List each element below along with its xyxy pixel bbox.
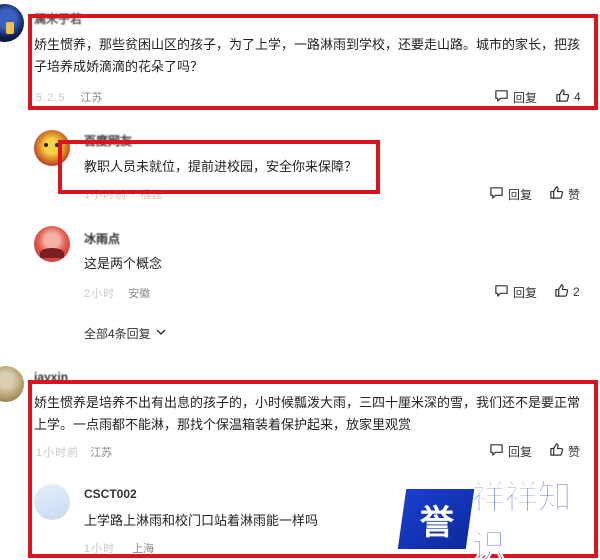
comment-text: 上学路上淋雨和校门口站着淋雨能一样吗 (84, 513, 319, 528)
reply-icon (489, 185, 504, 203)
watermark-logo: 誉 祥祥知识 (397, 478, 592, 560)
avatar[interactable] (0, 4, 24, 42)
reply-label: 回复 (513, 90, 538, 105)
like-button[interactable]: 2 (554, 283, 580, 301)
logo-tile-char: 誉 (419, 502, 452, 543)
show-all-replies-link[interactable]: 全部4条回复 (84, 325, 167, 342)
reply-button[interactable]: 回复 (489, 442, 532, 460)
reply-button[interactable]: 回复 (494, 88, 537, 106)
avatar[interactable] (34, 484, 70, 520)
comment-text: 教职人员未就位，提前进校园，安全你来保障？ (84, 159, 358, 174)
reply-button[interactable]: 回复 (489, 185, 532, 203)
comment-time: 1小时前 · 福建 (84, 189, 164, 201)
like-button[interactable]: 赞 (549, 185, 580, 203)
commenter-name[interactable]: jayxin (34, 370, 68, 384)
comment-time: 1小时 (84, 543, 116, 555)
like-label: 赞 (568, 444, 581, 459)
comment-meta: 1小时前 · 福建 (84, 186, 164, 202)
comment-location: 江苏 (90, 447, 113, 459)
like-label: 赞 (568, 187, 581, 202)
reply-icon (494, 88, 509, 106)
comment-text: 娇生惯养是培养不出有出息的孩子的，小时候瓢泼大雨，三四十厘米深的雪，我们还不是要… (34, 395, 581, 432)
like-button[interactable]: 4 (555, 88, 581, 106)
commenter-name[interactable]: 冰雨点 (84, 230, 120, 247)
avatar[interactable] (0, 366, 24, 402)
reply-icon (494, 283, 509, 301)
like-button[interactable]: 赞 (549, 442, 580, 460)
comment-time: 2小时 (84, 288, 116, 300)
thumbs-up-icon (549, 185, 564, 203)
reply-icon (489, 442, 504, 460)
commenter-name[interactable]: 澜米子若 (34, 10, 82, 27)
comment-time: 1小时前 (36, 447, 80, 459)
comment-meta: 2小时 安徽 (84, 285, 150, 301)
thumbs-up-icon (555, 88, 570, 106)
like-count: 4 (574, 90, 581, 104)
reply-label: 回复 (508, 187, 533, 202)
comment-meta: 1小时前 江苏 (36, 444, 112, 460)
logo-tile: 誉 (397, 489, 474, 549)
reply-label: 回复 (508, 444, 533, 459)
reply-label: 回复 (513, 285, 538, 300)
chevron-down-icon (155, 326, 167, 341)
commenter-name[interactable]: 百度网友 (84, 132, 132, 149)
comment-time: 5.2.5 (36, 92, 66, 104)
commenter-name[interactable]: CSCT002 (84, 487, 137, 501)
avatar[interactable] (34, 226, 70, 262)
comment-location: 上海 (132, 543, 155, 555)
avatar[interactable] (34, 130, 70, 166)
show-all-replies-label: 全部4条回复 (84, 327, 151, 341)
comment-text: 这是两个概念 (84, 256, 163, 271)
like-count: 2 (573, 285, 580, 299)
comment-meta: 1小时 上海 (84, 540, 154, 556)
comment-location: 江苏 (80, 92, 103, 104)
logo-text: 祥祥知识 (471, 478, 572, 560)
thumbs-up-icon (549, 442, 564, 460)
thumbs-up-icon (554, 283, 569, 301)
comment-meta: 5.2.5 江苏 (36, 89, 103, 105)
comment-location: 安徽 (128, 288, 151, 300)
reply-button[interactable]: 回复 (494, 283, 537, 301)
comment-text: 娇生惯养，那些贫困山区的孩子，为了上学，一路淋雨到学校，还要走山路。城市的家长，… (34, 37, 581, 74)
